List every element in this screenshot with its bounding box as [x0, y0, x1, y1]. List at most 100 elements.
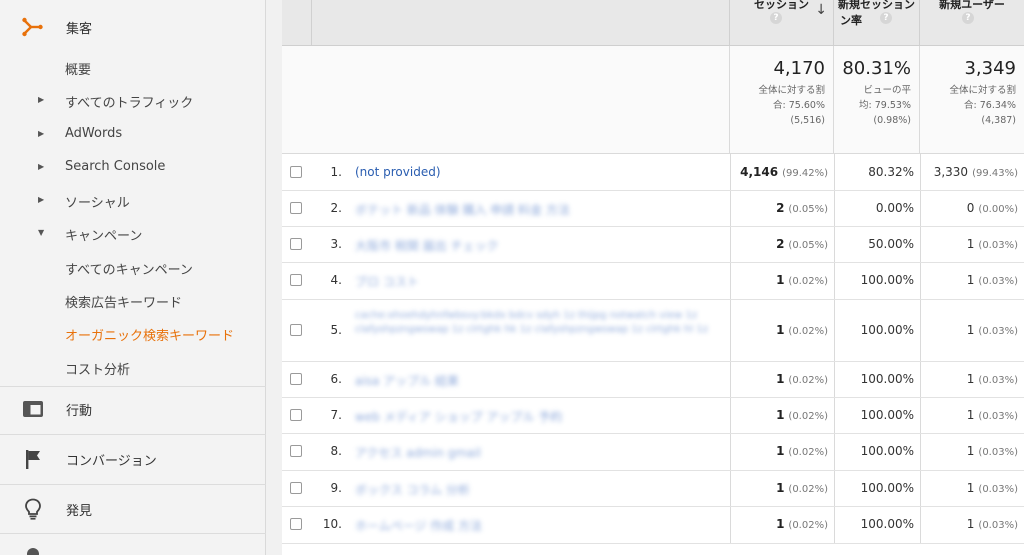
sidebar-item-all-traffic[interactable]: ▶ すべてのトラフィック	[0, 89, 266, 113]
table-row[interactable]: 1. (not provided) 4,146 (99.42%) 80.32% 3…	[282, 154, 1024, 191]
sidebar-item-cost-analysis[interactable]: コスト分析	[0, 356, 266, 380]
users-cell: 3,330 (99.43%)	[920, 165, 1018, 179]
table-row[interactable]: 4. ブロ コスト 1 (0.02%) 100.00% 1 (0.03%)	[282, 263, 1024, 300]
rate-cell: 100.00%	[834, 444, 914, 458]
row-number: 4.	[330, 273, 342, 287]
users-percent: (0.03%)	[978, 276, 1018, 287]
rate-value: 100.00%	[860, 517, 914, 531]
users-percent: (99.43%)	[972, 168, 1018, 179]
sessions-percent: (99.42%)	[782, 168, 828, 179]
users-percent: (0.03%)	[978, 240, 1018, 251]
table-row[interactable]: 10. ホームページ 作成 方法 1 (0.02%) 100.00% 1 (0.03…	[282, 507, 1024, 544]
keyword-link[interactable]: 大阪市 税関 届出 チェック	[355, 237, 725, 254]
users-value: 0	[966, 201, 975, 215]
row-checkbox[interactable]	[290, 166, 302, 178]
totals-label-cell	[282, 46, 730, 154]
row-number: 7.	[330, 408, 342, 422]
row-checkbox[interactable]	[290, 445, 302, 457]
lightbulb-icon	[22, 498, 44, 520]
table-row[interactable]: 6. aisa アップル 結果 1 (0.02%) 100.00% 1 (0.03%…	[282, 362, 1024, 398]
rate-cell: 100.00%	[834, 273, 914, 287]
sidebar-section-label: 発見	[66, 503, 93, 519]
totals-new-users: 3,349 全体に対する割 合: 76.34% (4,387)	[920, 46, 1024, 154]
row-checkbox[interactable]	[290, 202, 302, 214]
keyword-link[interactable]: (not provided)	[355, 165, 725, 179]
sidebar-section-conversions[interactable]: コンバージョン	[0, 447, 266, 471]
keyword-link[interactable]: web メディア ショップ アップル 予約	[355, 408, 725, 425]
sessions-percent: (0.02%)	[788, 411, 828, 422]
keyword-link[interactable]: ボックス コラム 分析	[355, 481, 725, 498]
row-checkbox[interactable]	[290, 324, 302, 336]
users-value: 1	[966, 481, 975, 495]
header-new-users[interactable]: 新規ユーザー ?	[920, 0, 1024, 46]
sort-desc-icon[interactable]: ↓	[815, 2, 827, 18]
keyword-link[interactable]: ホームページ 作成 方法	[355, 517, 725, 534]
table-row[interactable]: 9. ボックス コラム 分析 1 (0.02%) 100.00% 1 (0.03%)	[282, 471, 1024, 507]
header-sessions[interactable]: セッション ↓ ?	[730, 0, 834, 46]
sidebar-item-organic-keywords[interactable]: オーガニック検索キーワード	[0, 322, 266, 346]
sidebar-section-acquisition[interactable]: 集客	[0, 15, 266, 39]
sidebar-item-label: コスト分析	[65, 363, 131, 378]
row-checkbox[interactable]	[290, 274, 302, 286]
sessions-value: 1	[776, 323, 785, 337]
expand-arrow-icon: ▶	[38, 195, 45, 204]
help-icon[interactable]: ?	[962, 12, 974, 24]
table-row[interactable]: 2. ボテット 新品 体験 購入 申請 料金 方法 2 (0.05%) 0.00%…	[282, 191, 1024, 227]
rate-cell: 100.00%	[834, 517, 914, 531]
sessions-cell: 1 (0.02%)	[730, 273, 828, 287]
table-row[interactable]: 5. cache:xhoehdyhnfwbsvy:bkdx bdcv sdyh …	[282, 300, 1024, 362]
sessions-value: 1	[776, 372, 785, 386]
sessions-value: 1	[776, 444, 785, 458]
sessions-cell: 4,146 (99.42%)	[730, 165, 828, 179]
row-checkbox[interactable]	[290, 409, 302, 421]
totals-sessions: 4,170 全体に対する割 合: 75.60% (5,516)	[730, 46, 834, 154]
rate-cell: 100.00%	[834, 323, 914, 337]
users-value: 1	[966, 372, 975, 386]
row-number: 8.	[330, 444, 342, 458]
sidebar-item-all-campaigns[interactable]: すべてのキャンペーン	[0, 256, 266, 280]
sessions-percent: (0.02%)	[788, 276, 828, 287]
keyword-link[interactable]: アクセス admin gmail	[355, 444, 725, 461]
sidebar-item-paid-keywords[interactable]: 検索広告キーワード	[0, 289, 266, 313]
users-percent: (0.03%)	[978, 411, 1018, 422]
sidebar-item-campaigns[interactable]: ▼ キャンペーン	[0, 222, 266, 246]
keyword-link[interactable]: ブロ コスト	[355, 273, 725, 290]
totals-new-session-rate: 80.31% ビューの平 均: 79.53% (0.98%)	[834, 46, 920, 154]
table-row[interactable]: 3. 大阪市 税関 届出 チェック 2 (0.05%) 50.00% 1 (0.03…	[282, 227, 1024, 263]
sidebar-item-social[interactable]: ▶ ソーシャル	[0, 189, 266, 213]
row-checkbox[interactable]	[290, 518, 302, 530]
help-icon[interactable]: ?	[770, 12, 782, 24]
keyword-link[interactable]: aisa アップル 結果	[355, 372, 725, 389]
users-value: 1	[966, 517, 975, 531]
help-icon[interactable]: ?	[880, 12, 892, 24]
sessions-percent: (0.02%)	[788, 375, 828, 386]
sidebar-item-label: AdWords	[65, 126, 123, 141]
row-checkbox[interactable]	[290, 482, 302, 494]
users-cell: 1 (0.03%)	[920, 517, 1018, 531]
sidebar-item-adwords[interactable]: ▶ AdWords	[0, 123, 266, 147]
totals-subtext: 全体に対する割 合: 76.34% (4,387)	[949, 85, 1016, 126]
sessions-value: 2	[776, 237, 785, 251]
sidebar-item-search-console[interactable]: ▶ Search Console	[0, 156, 266, 180]
row-checkbox[interactable]	[290, 238, 302, 250]
sessions-value: 1	[776, 517, 785, 531]
row-checkbox[interactable]	[290, 373, 302, 385]
keyword-link[interactable]: ボテット 新品 体験 購入 申請 料金 方法	[355, 201, 725, 218]
row-number: 3.	[330, 237, 342, 251]
table-row[interactable]: 7. web メディア ショップ アップル 予約 1 (0.02%) 100.00…	[282, 398, 1024, 434]
sidebar-section-behavior[interactable]: 行動	[0, 397, 266, 421]
header-new-session-rate[interactable]: 新規セッション ン率 ?	[834, 0, 920, 46]
rate-value: 100.00%	[860, 408, 914, 422]
table-row[interactable]: 8. アクセス admin gmail 1 (0.02%) 100.00% 1 (0…	[282, 434, 1024, 471]
sidebar-section-discover[interactable]: 発見	[0, 497, 266, 521]
users-cell: 0 (0.00%)	[920, 201, 1018, 215]
sidebar-section-label: 行動	[66, 403, 93, 419]
sessions-cell: 2 (0.05%)	[730, 201, 828, 215]
sidebar-section-admin[interactable]	[0, 543, 266, 555]
sessions-percent: (0.05%)	[788, 204, 828, 215]
sidebar-item-overview[interactable]: 概要	[0, 56, 266, 80]
rate-cell: 50.00%	[834, 237, 914, 251]
keyword-link[interactable]: cache:xhoehdyhnfwbsvy:bkdx bdcv sdyh 1z …	[355, 309, 725, 353]
sidebar-divider	[0, 386, 266, 387]
sessions-cell: 1 (0.02%)	[730, 372, 828, 386]
